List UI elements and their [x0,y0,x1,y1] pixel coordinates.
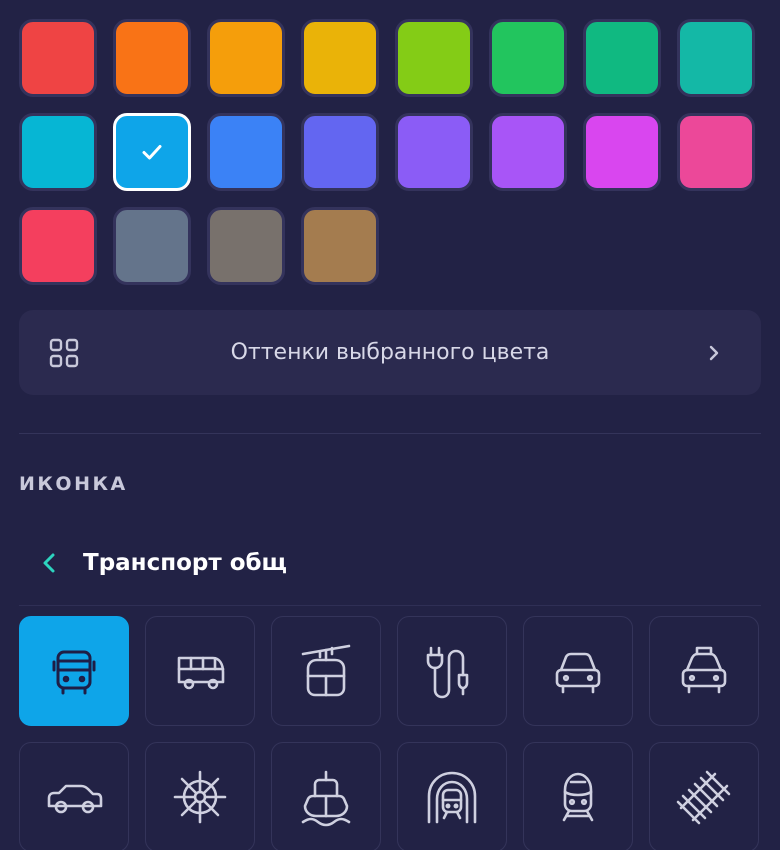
color-swatch-cyan[interactable] [19,113,97,191]
tunnel-train-icon [427,771,477,824]
color-swatch-green[interactable] [489,19,567,97]
icon-option-cable-car[interactable] [271,616,381,726]
color-swatch-orange[interactable] [113,19,191,97]
color-swatch-sky[interactable] [113,113,191,191]
icon-category-header: Транспорт общ [19,538,761,588]
icon-option-railway-track[interactable] [649,742,759,850]
chevron-left-icon [43,553,55,573]
shades-button-label: Оттенки выбранного цвета [230,340,550,365]
color-swatch-yellow[interactable] [301,19,379,97]
icon-option-taxi[interactable] [649,616,759,726]
color-swatch-teal[interactable] [677,19,755,97]
bus-front-icon [52,650,96,695]
color-swatch-lime[interactable] [395,19,473,97]
shades-button[interactable]: Оттенки выбранного цвета [19,310,761,395]
color-swatch-amber[interactable] [207,19,285,97]
color-swatch-emerald[interactable] [583,19,661,97]
car-side-icon [47,784,103,814]
icon-section-title: ИКОНКА [19,473,128,495]
grid-icon [49,338,79,368]
taxi-icon [681,646,727,694]
icon-option-car-side[interactable] [19,742,129,850]
color-swatch-slate[interactable] [113,207,191,285]
color-swatch-purple[interactable] [489,113,567,191]
color-swatch-stone[interactable] [207,207,285,285]
icon-option-tunnel-train[interactable] [397,742,507,850]
cable-car-icon [301,644,351,697]
color-swatch-indigo[interactable] [301,113,379,191]
car-front-icon [555,652,601,694]
icon-option-ship-wheel[interactable] [145,742,255,850]
color-swatch-red[interactable] [19,19,97,97]
icon-option-ship[interactable] [271,742,381,850]
railway-track-icon [676,770,731,825]
color-swatch-fuchsia[interactable] [583,113,661,191]
icon-grid [19,616,759,850]
color-swatch-rose[interactable] [19,207,97,285]
bus-side-icon [177,656,225,690]
icon-option-train-front[interactable] [523,742,633,850]
train-front-icon [562,772,594,822]
color-swatch-violet[interactable] [395,113,473,191]
color-swatch-grid [19,19,755,285]
category-divider [19,605,761,606]
category-name: Транспорт общ [83,550,287,576]
chevron-right-icon [709,345,719,361]
ship-wheel-icon [173,770,227,824]
section-divider [19,433,761,434]
color-icon-picker-panel: Оттенки выбранного цвета ИКОНКА Транспор… [0,0,780,850]
color-swatch-blue[interactable] [207,113,285,191]
checkmark-icon [142,145,162,160]
ship-icon [301,770,351,827]
icon-option-car-front[interactable] [523,616,633,726]
icon-option-ev-charger[interactable] [397,616,507,726]
icon-option-bus-front[interactable] [19,616,129,726]
color-swatch-pink[interactable] [677,113,755,191]
icon-option-bus-side[interactable] [145,616,255,726]
ev-charger-icon [426,646,469,699]
color-swatch-brown[interactable] [301,207,379,285]
back-button[interactable] [29,538,69,588]
